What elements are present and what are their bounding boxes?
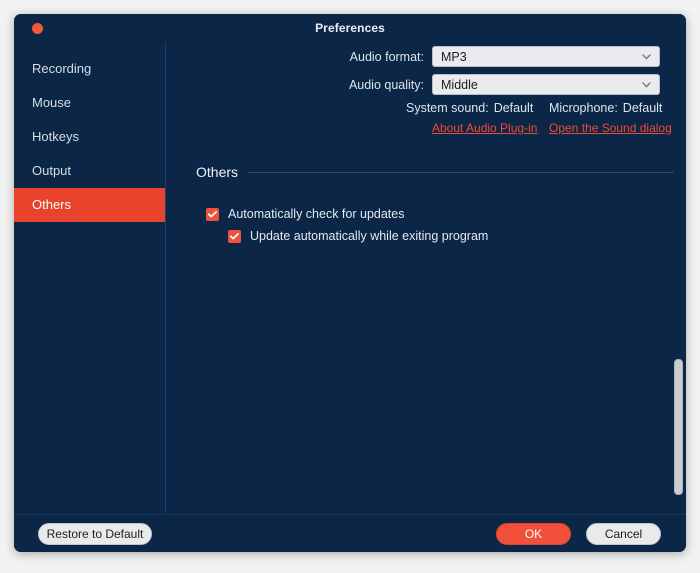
content-panel: Audio format: MP3 Audio quality: Middle [166,42,686,514]
audio-quality-row: Audio quality: Middle [166,74,660,95]
sidebar-item-mouse[interactable]: Mouse [14,86,165,120]
audio-format-row: Audio format: MP3 [166,46,660,67]
sidebar: Recording Mouse Hotkeys Output Others [14,42,166,514]
sidebar-item-hotkeys[interactable]: Hotkeys [14,120,165,154]
section-title: Others [196,164,239,180]
system-sound-info: System sound: Default [406,101,533,115]
section-divider [248,171,674,173]
title-bar: Preferences [14,14,686,43]
chevron-down-icon [642,53,651,60]
ok-button[interactable]: OK [496,523,571,545]
microphone-info: Microphone: Default [549,101,662,115]
audio-quality-value: Middle [441,77,478,92]
sidebar-item-label: Others [32,197,72,212]
sidebar-item-others[interactable]: Others [14,188,165,222]
preferences-window: Preferences Recording Mouse Hotkeys Outp… [14,14,686,552]
audio-quality-select[interactable]: Middle [432,74,660,95]
about-audio-plugin-link[interactable]: About Audio Plug-in [432,121,537,135]
audio-format-value: MP3 [441,49,467,64]
microphone-label: Microphone: [549,101,618,115]
system-sound-value: Default [493,101,534,115]
audio-quality-label: Audio quality: [348,77,424,92]
footer-bar: Restore to Default OK Cancel [14,514,686,552]
audio-format-select[interactable]: MP3 [432,46,660,67]
update-on-exit-label: Update automatically while exiting progr… [250,229,489,243]
scrollbar-thumb[interactable] [674,359,683,495]
sidebar-item-label: Output [32,163,72,178]
chevron-down-icon [642,81,651,88]
auto-check-updates-row[interactable]: Automatically check for updates [206,207,404,221]
sidebar-item-label: Mouse [32,95,72,110]
update-on-exit-checkbox[interactable] [228,229,241,243]
system-sound-label: System sound: [406,101,489,115]
sidebar-item-output[interactable]: Output [14,154,165,188]
restore-to-default-button[interactable]: Restore to Default [38,523,152,545]
update-on-exit-row[interactable]: Update automatically while exiting progr… [228,229,488,243]
auto-check-updates-checkbox[interactable] [206,207,219,221]
sidebar-item-label: Recording [32,61,92,76]
sidebar-item-label: Hotkeys [32,129,79,144]
others-section-header: Others [196,164,674,180]
open-sound-dialog-link[interactable]: Open the Sound dialog [549,121,672,135]
app-root: Preferences Recording Mouse Hotkeys Outp… [0,0,700,573]
window-title: Preferences [315,21,385,35]
auto-check-updates-label: Automatically check for updates [228,207,405,221]
sidebar-item-recording[interactable]: Recording [14,52,165,86]
audio-format-label: Audio format: [349,49,424,64]
cancel-button[interactable]: Cancel [586,523,661,545]
microphone-value: Default [622,101,663,115]
vertical-scrollbar[interactable] [674,44,683,512]
